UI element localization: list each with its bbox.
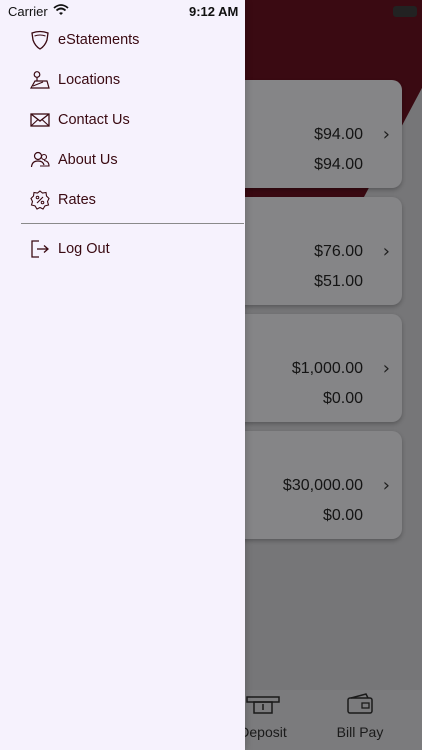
menu-item-estatements[interactable]: eStatements (21, 22, 236, 58)
menu-item-label: Rates (58, 192, 96, 208)
tab-deposit-label: Deposit (239, 724, 287, 740)
account-balance: $1,000.00 (291, 360, 363, 377)
account-balance: $30,000.00 (282, 477, 363, 494)
menu-item-rates[interactable]: Rates (21, 182, 236, 218)
account-card[interactable]: $94.00 $94.00 › (226, 80, 402, 188)
wifi-icon (53, 4, 69, 19)
battery-icon (393, 6, 417, 17)
logout-icon (30, 239, 50, 259)
account-card[interactable]: $30,000.00 $0.00 › (226, 431, 402, 539)
account-card[interactable]: $76.00 $51.00 › (226, 197, 402, 305)
menu-item-label: Contact Us (58, 112, 130, 128)
menu-item-locations[interactable]: Locations (21, 62, 236, 98)
status-bar: Carrier 9:12 AM (0, 0, 422, 22)
chevron-right-icon: › (382, 475, 390, 496)
menu-item-label: About Us (58, 152, 118, 168)
carrier-label: Carrier (8, 4, 48, 19)
menu-item-log-out[interactable]: Log Out (21, 231, 236, 267)
wallet-icon (346, 693, 374, 718)
account-balance: $76.00 (314, 243, 363, 260)
account-available: $0.00 (322, 390, 363, 407)
account-card[interactable]: $1,000.00 $0.00 › (226, 314, 402, 422)
account-balance: $94.00 (314, 126, 363, 143)
side-drawer: eStatements Locations Contact Us About U… (0, 0, 245, 750)
percent-badge-icon (30, 190, 50, 210)
menu-divider (21, 223, 244, 224)
chevron-right-icon: › (382, 241, 390, 262)
account-available: $51.00 (314, 273, 363, 290)
menu-item-label: eStatements (58, 32, 140, 48)
map-pin-icon (30, 70, 50, 90)
account-available: $0.00 (322, 507, 363, 524)
menu-item-contact-us[interactable]: Contact Us (21, 102, 236, 138)
status-time: 9:12 AM (189, 4, 239, 19)
account-available: $94.00 (314, 156, 363, 173)
menu-item-about-us[interactable]: About Us (21, 142, 236, 178)
tab-bill-pay[interactable]: Bill Pay (320, 693, 400, 740)
menu-item-label: Locations (58, 72, 121, 88)
menu-item-label: Log Out (58, 241, 110, 257)
check-deposit-icon (246, 693, 280, 718)
chevron-right-icon: › (382, 358, 390, 379)
envelope-icon (30, 110, 50, 130)
chevron-right-icon: › (382, 124, 390, 145)
people-icon (30, 150, 50, 170)
shield-icon (30, 30, 50, 50)
tab-bill-pay-label: Bill Pay (336, 724, 384, 740)
